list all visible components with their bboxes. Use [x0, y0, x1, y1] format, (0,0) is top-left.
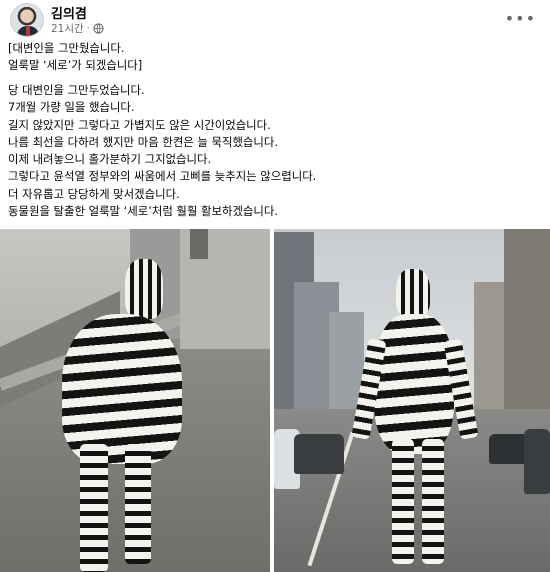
post	[190, 229, 208, 259]
text-line: 그렇다고 윤석열 정부와의 싸움에서 고삐를 늦추지는 않으렵니다.	[8, 169, 317, 184]
text-line: 얼룩말 ‘세로’가 되겠습니다]	[8, 58, 143, 73]
car	[489, 434, 529, 464]
post-paragraph-1: [대변인을 그만뒀습니다. 얼룩말 ‘세로’가 되겠습니다]	[8, 40, 142, 75]
text-line: [대변인을 그만뒀습니다.	[8, 41, 125, 55]
car	[524, 429, 550, 494]
zebra-leg	[80, 444, 108, 572]
avatar[interactable]	[10, 3, 44, 37]
zebra-torso	[374, 314, 454, 454]
text-line: 당 대변인을 그만두었습니다.	[8, 83, 145, 97]
zebra-head	[125, 259, 163, 319]
post-paragraph-3: 이제 내려놓으니 홀가분하기 그지없습니다. 그렇다고 윤석열 정부와의 싸움에…	[8, 151, 316, 220]
separator-dot: ·	[86, 23, 90, 34]
post-paragraph-2: 당 대변인을 그만두었습니다. 7개월 가량 일을 했습니다. 길지 않았지만 …	[8, 82, 278, 151]
text-line: 7개월 가량 일을 했습니다.	[8, 100, 135, 115]
zebra-body	[62, 314, 182, 464]
zebra-leg	[392, 439, 414, 564]
building	[504, 229, 550, 432]
post-meta: 21시간 ·	[51, 21, 104, 36]
zebra-leg	[125, 444, 151, 564]
photo-zebra-alley[interactable]	[0, 229, 270, 572]
photo-zebra-street[interactable]	[274, 229, 550, 572]
zebra-head	[396, 269, 430, 317]
car	[294, 434, 344, 474]
photo-grid	[0, 229, 550, 572]
globe-icon	[92, 23, 104, 34]
text-line: 길지 않았지만 그렇다고 가볍지도 않은 시간이었습니다.	[8, 117, 271, 132]
post-header: 김의겸 21시간 · •••	[0, 0, 550, 40]
text-line: 동물원을 탈출한 얼룩말 ‘세로’처럼 훨훨 활보하겠습니다.	[8, 203, 278, 218]
text-line: 나름 최선을 다하려 했지만 마음 한켠은 늘 묵직했습니다.	[8, 134, 278, 149]
text-line: 더 자유롭고 당당하게 맞서겠습니다.	[8, 186, 180, 201]
more-options-icon[interactable]: •••	[505, 9, 536, 28]
text-line: 이제 내려놓으니 홀가분하기 그지없습니다.	[8, 152, 212, 166]
author-name[interactable]: 김의겸	[51, 3, 87, 22]
post-time[interactable]: 21시간	[51, 21, 84, 36]
avatar-tie	[26, 26, 30, 36]
zebra-leg	[422, 439, 444, 564]
